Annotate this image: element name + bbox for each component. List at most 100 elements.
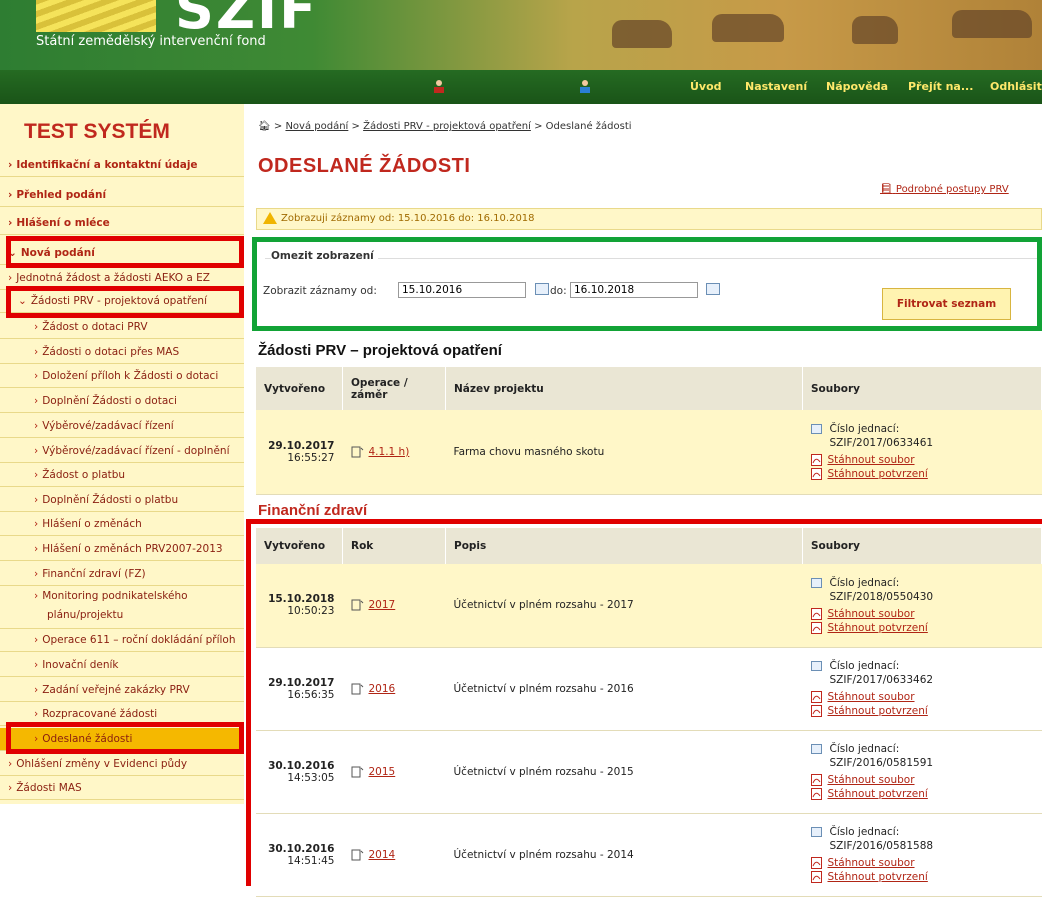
cattle-image [852,16,898,44]
col-header: Operace / záměr [342,367,446,410]
pdf-icon [810,607,822,620]
time: 16:55:27 [287,451,335,464]
sidebar-item-zmeny[interactable]: › Hlášení o změnách [0,513,244,536]
sidebar-item-vyberove[interactable]: › Výběrové/zadávací řízení [0,415,244,438]
op-cell: 2017 [342,564,446,648]
book-icon: 📘︎ [880,184,893,195]
op-link[interactable]: 2017 [369,599,396,611]
name-cell: Účetnictví v plném rozsahu - 2016 [445,647,803,731]
ref-label: Číslo jednací: [829,423,900,436]
sidebar-item-zadosti-mas[interactable]: › Žádosti MAS [0,777,244,800]
pdf-icon [810,774,822,786]
sidebar-item-prv[interactable]: ⌄ Žádosti PRV - projektová opatření [0,290,244,313]
sidebar-item-zadost-dotace[interactable]: › Žádost o dotaci PRV [0,316,244,339]
sidebar-item-operace-611[interactable]: › Operace 611 – roční dokládání příloh [0,629,244,652]
pdf-icon [810,621,822,634]
sidebar-item-monitoring[interactable]: › Monitoring podnikatelského plánu/projekt… [0,587,244,629]
created-cell: 30.10.2016 14:51:45 [256,813,343,897]
table-row: 30.10.2016 14:53:05 2015 Účetnictví v pln… [256,730,1042,814]
filter-button[interactable]: Filtrovat seznam [882,288,1011,320]
date: 30.10.2016 [268,759,335,772]
download-file-link[interactable]: Stáhnout soubor [828,608,915,620]
procedures-link[interactable]: 📘︎ Podrobné postupy PRV [880,184,1009,195]
ref-label: Číslo jednací: [829,826,900,838]
op-link[interactable]: 2015 [369,766,396,778]
from-label: Zobrazit záznamy od: [263,285,377,297]
download-confirmation-link[interactable]: Stáhnout potvrzení [828,468,928,480]
sidebar-item-vyberove-doplneni[interactable]: › Výběrové/zadávací řízení - doplnění [0,440,244,463]
pdf-icon [810,705,822,717]
sidebar-item-odeslane[interactable]: › Odeslané žádosti [0,728,244,751]
date: 30.10.2016 [268,842,335,855]
sidebar-item-doplneni-dotace[interactable]: › Doplnění Žádosti o dotaci [0,390,244,413]
nav-napoveda[interactable]: Nápověda [826,80,888,93]
col-header: Rok [342,528,446,564]
calendar-icon[interactable] [706,283,720,295]
sidebar-item-inovacni[interactable]: › Inovační deník [0,654,244,677]
table-row: 29.10.2017 16:56:35 2016 Účetnictví v pln… [256,647,1042,731]
sidebar-item-dolozeni[interactable]: › Doložení příloh k Žádosti o dotaci [0,365,244,388]
op-link[interactable]: 4.1.1 h) [369,446,410,458]
op-link[interactable]: 2016 [369,683,396,695]
download-file-link[interactable]: Stáhnout soubor [828,691,915,703]
nav-prejit-na[interactable]: Přejít na... [908,80,973,93]
name-cell: Účetnictví v plném rozsahu - 2017 [445,564,803,648]
warning-icon [263,212,277,224]
download-confirmation-link[interactable]: Stáhnout potvrzení [828,705,928,717]
download-file-link[interactable]: Stáhnout soubor [828,774,915,786]
sidebar-item-zakazky[interactable]: › Zadání veřejné zakázky PRV [0,679,244,702]
calendar-icon[interactable] [535,283,549,295]
sidebar-item-fz[interactable]: › Finanční zdraví (FZ) [0,563,244,586]
created-cell: 15.10.2018 10:50:23 [256,564,343,648]
sidebar-item-mas[interactable]: › Žádosti o dotaci přes MAS [0,341,244,364]
col-header: Popis [445,528,803,564]
sidebar-item-rozpracovane[interactable]: › Rozpracované žádosti [0,703,244,726]
sidebar-item-platba[interactable]: › Žádost o platbu [0,464,244,487]
breadcrumb-nova-podani[interactable]: Nová podání [285,121,348,132]
sidebar-item-zmeny-prv2007[interactable]: › Hlášení o změnách PRV2007-2013 [0,538,244,561]
date-from-input[interactable] [398,282,526,298]
sidebar-item-hlaseni-mleko[interactable]: › Hlášení o mléce [0,212,244,235]
nav-nastaveni[interactable]: Nastavení [745,80,807,93]
ref-number: SZIF/2018/0550430 [829,590,934,603]
ref-number: SZIF/2016/0581591 [829,757,934,769]
time: 14:51:45 [287,854,335,867]
nav-uvod[interactable]: Úvod [690,80,722,93]
filter-panel: Omezit zobrazení Zobrazit záznamy od: do… [252,237,1042,331]
sidebar-item-nova-podani[interactable]: ⌄ Nová podání [0,242,244,265]
top-navigation: Úvod Nastavení Nápověda Přejít na... Odh… [0,70,1042,104]
pdf-icon [810,468,822,481]
download-file-link[interactable]: Stáhnout soubor [828,454,915,466]
sidebar-item-identifikace[interactable]: › Identifikační a kontaktní údaje [0,154,244,177]
download-confirmation-link[interactable]: Stáhnout potvrzení [828,622,928,634]
user-icon[interactable] [432,79,446,93]
ref-number: SZIF/2017/0633461 [829,437,934,450]
sidebar-item-prehled[interactable]: › Přehled podání [0,184,244,207]
created-cell: 29.10.2017 16:55:27 [256,410,343,495]
info-bar: Zobrazuji záznamy od: 15.10.2016 do: 16.… [256,208,1042,230]
cattle-image [612,20,672,48]
document-icon [810,424,822,435]
name-cell: Účetnictví v plném rozsahu - 2014 [445,813,803,897]
files-cell: Číslo jednací: SZIF/2017/0633462 Stáhnou… [802,647,1042,731]
download-file-link[interactable]: Stáhnout soubor [828,857,915,869]
user-icon[interactable] [578,79,592,93]
date: 15.10.2018 [268,593,335,606]
download-confirmation-link[interactable]: Stáhnout potvrzení [828,871,928,883]
name-cell: Účetnictví v plném rozsahu - 2015 [445,730,803,814]
prv-table: Vytvořeno Operace / záměr Název projektu … [256,367,1042,495]
page-title: ODESLANÉ ŽÁDOSTI [258,155,471,177]
home-icon[interactable]: 🏠︎ [258,121,271,132]
op-link[interactable]: 2014 [369,849,396,861]
cattle-image [952,10,1032,38]
date-to-input[interactable] [570,282,698,298]
sidebar-item-jednotna-zadost[interactable]: › Jednotná žádost a žádosti AEKO a EZ [0,267,244,290]
ref-label: Číslo jednací: [829,743,900,755]
ref-label: Číslo jednací: [829,660,900,672]
sidebar-item-doplneni-platba[interactable]: › Doplnění Žádosti o platbu [0,489,244,512]
breadcrumb-prv[interactable]: Žádosti PRV - projektová opatření [363,121,531,132]
nav-odhlasit[interactable]: Odhlásit [990,80,1042,93]
col-header: Vytvořeno [256,528,343,564]
download-confirmation-link[interactable]: Stáhnout potvrzení [828,788,928,800]
sidebar-item-ohlaseni[interactable]: › Ohlášení změny v Evidenci půdy [0,753,244,776]
